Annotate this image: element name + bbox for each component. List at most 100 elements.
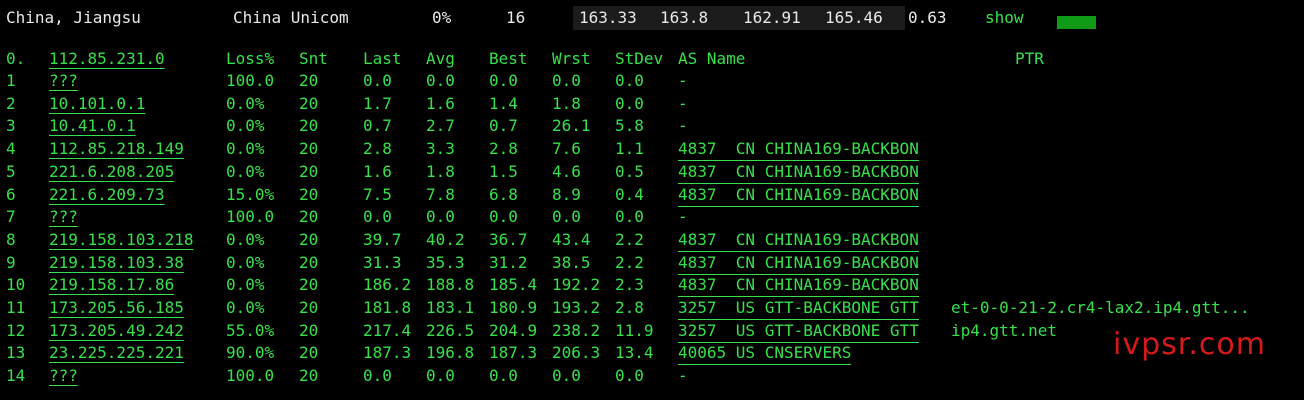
hop-ptr: et-0-0-21-2.cr4-lax2.ip4.gtt... — [951, 298, 1250, 317]
table-row: 11 173.205.56.185 0.0% 20 181.8 183.1 180.9 193… — [0, 297, 1304, 320]
hop-last: 217.4 — [363, 320, 412, 340]
hop-loss: 0.0% — [226, 116, 265, 136]
hop-loss: 90.0% — [226, 343, 275, 363]
watermark-logo: ivpsr.com — [1113, 327, 1266, 362]
header-host: 112.85.231.0 — [49, 49, 165, 68]
hop-as-name: 4837 CN CHINA169-BACKBON — [678, 229, 919, 252]
hop-avg: 188.8 — [426, 275, 475, 295]
table-row: 12 173.205.49.242 55.0% 20 217.4 226.5 204.9 23… — [0, 320, 1304, 343]
header-snt: Snt — [299, 49, 328, 68]
hop-snt: 20 — [299, 320, 319, 340]
hop-last: 186.2 — [363, 275, 412, 295]
hop-number: 2 — [6, 93, 16, 113]
hop-host[interactable]: 219.158.103.38 — [49, 252, 184, 274]
summary-row: China, Jiangsu China Unicom 0% 16 163.33… — [0, 6, 1304, 30]
summary-wrst: 165.46 — [822, 6, 905, 30]
hop-host[interactable]: 112.85.218.149 — [49, 138, 184, 160]
hop-last: 181.8 — [363, 298, 412, 317]
hop-avg: 3.3 — [426, 139, 455, 159]
hop-as-name: 4837 CN CHINA169-BACKBON — [678, 161, 919, 184]
table-row: 10 219.158.17.86 0.0% 20 186.2 188.8 185.4 192.… — [0, 274, 1304, 298]
hop-wrst: 8.9 — [552, 184, 581, 204]
hop-wrst: 43.4 — [552, 229, 591, 249]
hop-wrst: 7.6 — [552, 139, 581, 159]
table-row: 5 221.6.208.205 0.0% 20 1.6 1.8 1.5 4.6 0.5 4837 … — [0, 161, 1304, 184]
hop-loss: 55.0% — [226, 320, 275, 340]
hop-avg: 226.5 — [426, 320, 475, 340]
hop-host[interactable]: 221.6.208.205 — [49, 161, 174, 183]
header-avg: Avg — [426, 49, 455, 68]
summary-location: China, Jiangsu — [6, 8, 141, 27]
hop-number: 13 — [6, 343, 26, 363]
hop-last: 1.7 — [363, 93, 392, 113]
hop-loss: 0.0% — [226, 275, 265, 295]
hop-last: 187.3 — [363, 343, 412, 363]
hop-number: 3 — [6, 116, 16, 136]
hop-last: 1.6 — [363, 161, 392, 181]
hop-loss: 0.0% — [226, 139, 265, 159]
hop-best: 0.0 — [489, 71, 518, 90]
hop-as-name: 3257 US GTT-BACKBONE GTT — [678, 297, 919, 320]
hop-wrst: 26.1 — [552, 116, 591, 136]
table-row: 1??? 100.0 20 0.0 0.0 0.0 0.0 0.0 - — [0, 70, 1304, 92]
hop-last: 7.5 — [363, 184, 392, 204]
hop-loss: 0.0% — [226, 161, 265, 181]
hop-wrst: 193.2 — [552, 298, 601, 317]
hop-best: 6.8 — [489, 184, 518, 204]
table-row: 4 112.85.218.149 0.0% 20 2.8 3.3 2.8 7.6 1.1 4837… — [0, 138, 1304, 162]
summary-stdev: 0.63 — [908, 8, 947, 27]
status-bar — [1057, 16, 1096, 29]
table-row: 9 219.158.103.38 0.0% 20 31.3 35.3 31.2 38.5 2.2… — [0, 252, 1304, 275]
hop-avg: 1.8 — [426, 161, 455, 181]
hop-stdev: 0.0 — [615, 207, 644, 227]
hop-avg: 183.1 — [426, 298, 475, 317]
header-hop: 0. — [6, 49, 26, 68]
hop-number: 10 — [6, 275, 26, 295]
hop-wrst: 1.8 — [552, 93, 581, 113]
hop-snt: 20 — [299, 275, 319, 295]
hop-host[interactable]: ??? — [49, 206, 78, 228]
hop-host[interactable]: 10.41.0.1 — [49, 115, 136, 137]
hop-best: 0.7 — [489, 116, 518, 136]
hop-stdev: 2.2 — [615, 252, 644, 272]
hop-loss: 0.0% — [226, 229, 265, 249]
hop-host[interactable]: 23.225.225.221 — [49, 342, 184, 364]
header-wrst: Wrst — [552, 49, 591, 68]
hop-snt: 20 — [299, 229, 319, 249]
hop-avg: 0.0 — [426, 366, 455, 386]
hop-best: 1.5 — [489, 161, 518, 181]
hop-avg: 0.0 — [426, 71, 455, 90]
table-row: 14??? 100.0 20 0.0 0.0 0.0 0.0 0.0 - — [0, 365, 1304, 387]
hop-as-name: - — [678, 366, 688, 386]
hop-stdev: 0.0 — [615, 366, 644, 386]
header-as: AS Name — [678, 49, 746, 68]
hop-host[interactable]: 10.101.0.1 — [49, 93, 145, 115]
hop-loss: 15.0% — [226, 184, 275, 204]
header-stdev: StDev — [615, 49, 664, 68]
hop-snt: 20 — [299, 366, 319, 386]
hop-host[interactable]: ??? — [49, 365, 78, 387]
hop-host[interactable]: 219.158.17.86 — [49, 274, 174, 296]
hop-host[interactable]: ??? — [49, 70, 78, 92]
hop-as-name: 4837 CN CHINA169-BACKBON — [678, 252, 919, 275]
hop-loss: 0.0% — [226, 93, 265, 113]
hop-ptr: ip4.gtt.net — [951, 320, 1057, 340]
hop-as-name: - — [678, 71, 688, 90]
hop-wrst: 0.0 — [552, 207, 581, 227]
hop-wrst: 192.2 — [552, 275, 601, 295]
show-toggle[interactable]: show — [985, 6, 1024, 30]
hop-snt: 20 — [299, 93, 319, 113]
hop-avg: 7.8 — [426, 184, 455, 204]
hop-host[interactable]: 173.205.49.242 — [49, 320, 184, 342]
hop-host[interactable]: 221.6.209.73 — [49, 184, 165, 206]
table-row: 2 10.101.0.1 0.0% 20 1.7 1.6 1.4 1.8 0.0 - — [0, 93, 1304, 115]
hop-stdev: 1.1 — [615, 139, 644, 159]
hop-host[interactable]: 219.158.103.218 — [49, 229, 194, 251]
hop-number: 5 — [6, 161, 16, 181]
hop-snt: 20 — [299, 298, 319, 317]
hop-host[interactable]: 173.205.56.185 — [49, 297, 184, 319]
hop-best: 1.4 — [489, 93, 518, 113]
table-row: 3 10.41.0.1 0.0% 20 0.7 2.7 0.7 26.1 5.8 - — [0, 115, 1304, 137]
summary-isp: China Unicom — [233, 8, 349, 27]
summary-avg: 163.8 — [657, 6, 740, 30]
